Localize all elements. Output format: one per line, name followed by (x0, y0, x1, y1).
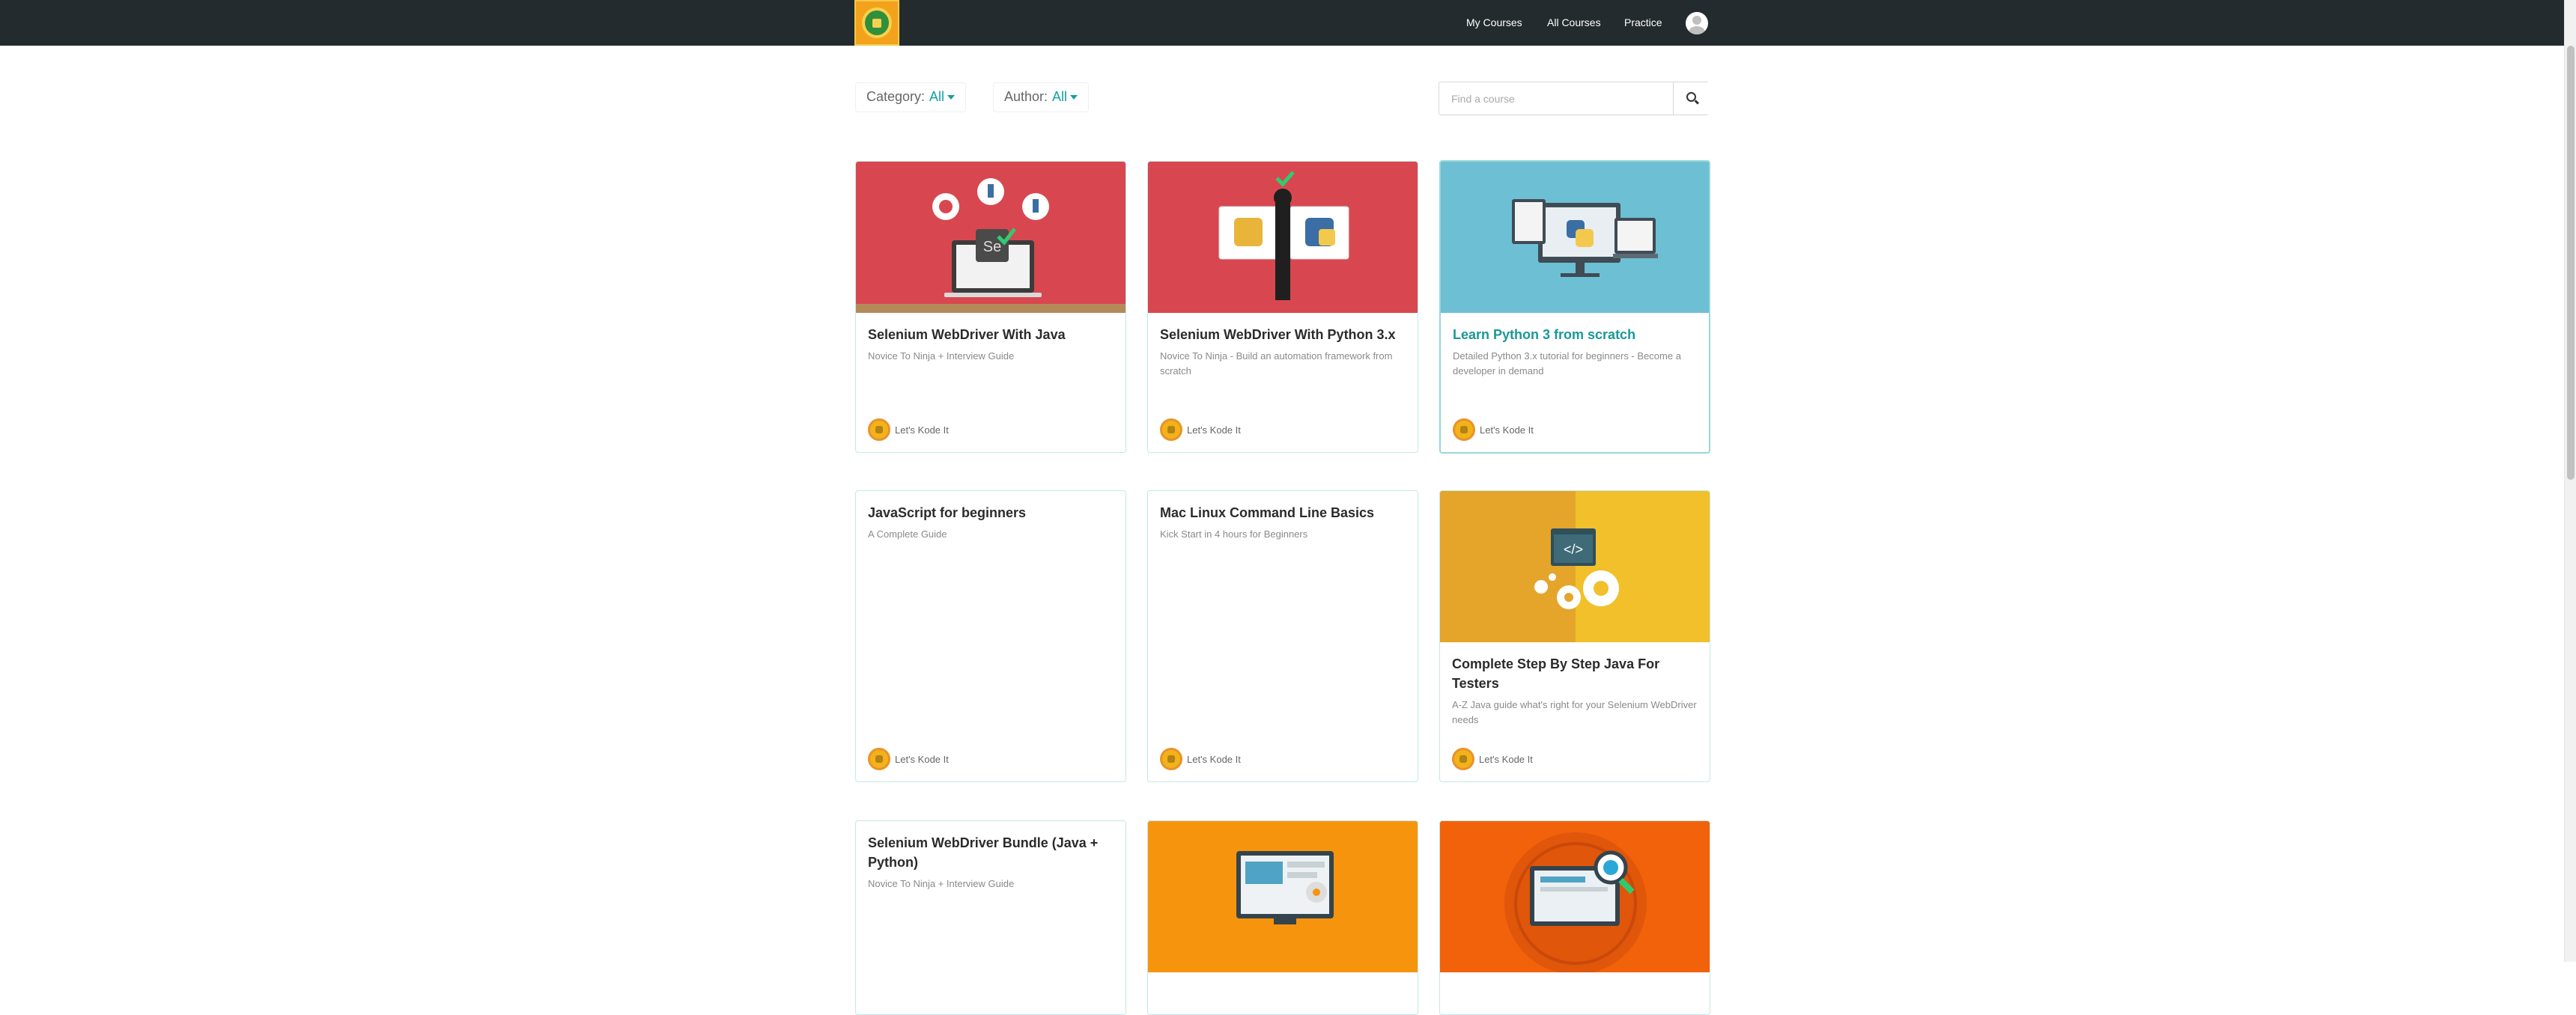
course-author: Let's Kode It (1453, 418, 1534, 441)
author-avatar-icon (1160, 748, 1182, 770)
top-navbar: My Courses All Courses Practice (0, 0, 2576, 46)
course-thumbnail (1441, 162, 1709, 313)
selenium-python-illustration-icon (1148, 162, 1418, 313)
course-title[interactable]: Learn Python 3 from scratch (1453, 325, 1697, 344)
course-title[interactable]: Selenium WebDriver With Python 3.x (1160, 325, 1406, 344)
author-avatar-icon (1452, 748, 1474, 770)
course-card[interactable]: </> Complete Step By Step Java For Teste… (1439, 490, 1710, 782)
course-author: Let's Kode It (868, 418, 949, 441)
author-name: Let's Kode It (895, 753, 949, 765)
course-author: Let's Kode It (868, 748, 949, 770)
author-avatar-icon (868, 418, 890, 441)
author-filter-label: Author: (1004, 89, 1048, 104)
java-gears-illustration-icon: </> (1440, 491, 1710, 642)
laptop-magnifier-illustration-icon (1440, 821, 1710, 972)
nav-my-courses[interactable]: My Courses (1466, 16, 1522, 28)
author-avatar-icon (1160, 418, 1182, 441)
course-card[interactable]: Learn Python 3 from scratch Detailed Pyt… (1439, 160, 1710, 454)
course-card[interactable]: Selenium WebDriver Bundle (Java + Python… (855, 820, 1126, 1015)
category-filter-label: Category: (866, 89, 926, 104)
search-button[interactable] (1673, 82, 1709, 115)
course-subtitle: A-Z Java guide what's right for your Sel… (1452, 699, 1697, 725)
author-name: Let's Kode It (1187, 424, 1241, 436)
category-filter-value[interactable]: All (929, 89, 944, 104)
author-name: Let's Kode It (1480, 424, 1534, 436)
category-filter[interactable]: Category: All (855, 82, 967, 112)
site-logo[interactable] (854, 0, 899, 46)
course-card[interactable]: Se Selenium WebDriver With Java Novice T… (855, 161, 1126, 453)
python-monitors-illustration-icon (1441, 162, 1709, 313)
course-subtitle: Detailed Python 3.x tutorial for beginne… (1453, 350, 1681, 377)
course-subtitle: Novice To Ninja + Interview Guide (868, 878, 1015, 889)
author-name: Let's Kode It (895, 424, 949, 436)
author-name: Let's Kode It (1187, 753, 1241, 765)
svg-text:Se: Se (983, 239, 1001, 255)
course-subtitle: Novice To Ninja - Build an automation fr… (1160, 350, 1393, 377)
author-filter-value[interactable]: All (1052, 89, 1067, 104)
course-thumbnail (1440, 821, 1710, 972)
course-subtitle: Kick Start in 4 hours for Beginners (1160, 528, 1308, 540)
course-search (1439, 82, 1709, 115)
category-caret-icon (947, 95, 956, 100)
author-filter[interactable]: Author: All (993, 82, 1090, 112)
course-card[interactable] (1147, 820, 1418, 1015)
author-name: Let's Kode It (1479, 753, 1533, 765)
course-title[interactable]: JavaScript for beginners (868, 503, 1114, 522)
svg-text:</>: </> (1564, 542, 1583, 557)
course-author: Let's Kode It (1160, 748, 1241, 770)
course-thumbnail: Se (856, 162, 1126, 313)
logo-emblem-icon (862, 7, 892, 38)
page-scrollbar[interactable] (2564, 0, 2576, 962)
course-thumbnail (1148, 821, 1418, 972)
course-thumbnail (1148, 162, 1418, 313)
author-avatar-icon (1453, 418, 1475, 441)
course-title[interactable]: Selenium WebDriver Bundle (Java + Python… (868, 833, 1114, 872)
selenium-java-illustration-icon: Se (856, 162, 1126, 313)
user-avatar[interactable] (1686, 12, 1708, 34)
course-card[interactable]: Mac Linux Command Line Basics Kick Start… (1147, 490, 1418, 782)
course-author: Let's Kode It (1452, 748, 1533, 770)
course-author: Let's Kode It (1160, 418, 1241, 441)
course-card[interactable] (1439, 820, 1710, 1015)
course-card[interactable]: JavaScript for beginners A Complete Guid… (855, 490, 1126, 782)
course-subtitle: A Complete Guide (868, 528, 947, 540)
course-card[interactable]: Selenium WebDriver With Python 3.x Novic… (1147, 161, 1418, 453)
course-title[interactable]: Mac Linux Command Line Basics (1160, 503, 1406, 522)
author-avatar-icon (868, 748, 890, 770)
scrollbar-thumb[interactable] (2567, 46, 2575, 480)
nav-all-courses[interactable]: All Courses (1547, 16, 1601, 28)
web-dev-illustration-icon (1148, 821, 1418, 972)
course-subtitle: Novice To Ninja + Interview Guide (868, 350, 1015, 362)
nav-practice[interactable]: Practice (1624, 16, 1662, 28)
search-input[interactable] (1439, 82, 1673, 115)
course-title[interactable]: Complete Step By Step Java For Testers (1452, 654, 1698, 693)
author-caret-icon (1070, 95, 1078, 100)
course-thumbnail: </> (1440, 491, 1710, 642)
course-title[interactable]: Selenium WebDriver With Java (868, 325, 1114, 344)
